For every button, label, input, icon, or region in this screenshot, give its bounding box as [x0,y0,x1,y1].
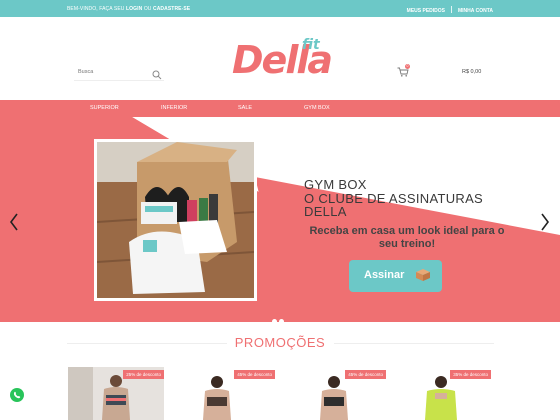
next-slide-arrow-icon[interactable] [540,212,550,237]
brand-logo[interactable]: Della fit [232,37,333,82]
nav-item-gym-box[interactable]: GYM BOX [304,105,330,111]
my-account-link[interactable]: MINHA CONTA [458,8,493,14]
whatsapp-button[interactable] [10,388,24,402]
logo-sub-text: fit [302,37,320,53]
hero-title-line2: O CLUBE DE ASSINATURAS DELLA [304,191,484,219]
divider [451,6,452,13]
slide-dot[interactable] [272,319,277,322]
cart-count-badge: 0 [405,64,410,69]
top-bar: BEM-VINDO, FAÇA SEU LOGIN OU CADASTRE-SE… [0,0,560,17]
nav-item-superior[interactable]: SUPERIOR [90,105,119,111]
product-card[interactable]: 35% de desconto [395,367,491,420]
cart-button[interactable]: 0 [397,64,410,82]
main-nav: SUPERIOR INFERIOR SALE GYM BOX [0,100,560,117]
search-box [74,67,164,81]
slide-indicators [272,311,286,322]
cart-total: R$ 0,00 [462,69,482,75]
prev-slide-arrow-icon[interactable] [9,212,19,237]
box-icon [415,268,431,285]
divider [334,343,494,344]
or-text: OU [143,6,152,12]
hero-background-shape [0,117,560,322]
register-link[interactable]: CADASTRE-SE [153,6,190,12]
hero-banner: GYM BOX O CLUBE DE ASSINATURAS DELLA Rec… [0,117,560,322]
product-card[interactable]: 45% de desconto [290,367,386,420]
search-input[interactable] [78,69,148,75]
product-card[interactable]: 45% de desconto [179,367,275,420]
product-card[interactable]: 25% de desconto [68,367,164,420]
account-links: MEUS PEDIDOS MINHA CONTA [407,6,493,14]
whatsapp-icon [10,389,24,406]
hero-subtitle: Receba em casa um look ideal para o seu … [309,225,505,250]
subscribe-button[interactable]: Assinar [349,260,442,292]
discount-badge: 25% de desconto [123,370,164,379]
discount-badge: 45% de desconto [234,370,275,379]
gym-box-photo [94,139,257,301]
login-link[interactable]: LOGIN [126,6,142,12]
slide-dot[interactable] [279,319,284,322]
nav-item-sale[interactable]: SALE [238,105,252,111]
my-orders-link[interactable]: MEUS PEDIDOS [407,8,445,14]
header: Della fit 0 R$ 0,00 [0,17,560,100]
welcome-prefix: BEM-VINDO, FAÇA SEU [67,6,125,12]
nav-item-inferior[interactable]: INFERIOR [161,105,187,111]
welcome-text: BEM-VINDO, FAÇA SEU LOGIN OU CADASTRE-SE [67,6,190,12]
hero-title-line1: GYM BOX [304,177,367,192]
search-icon[interactable] [152,67,162,85]
subscribe-button-label: Assinar [364,269,405,281]
discount-badge: 35% de desconto [450,370,491,379]
discount-badge: 45% de desconto [345,370,386,379]
